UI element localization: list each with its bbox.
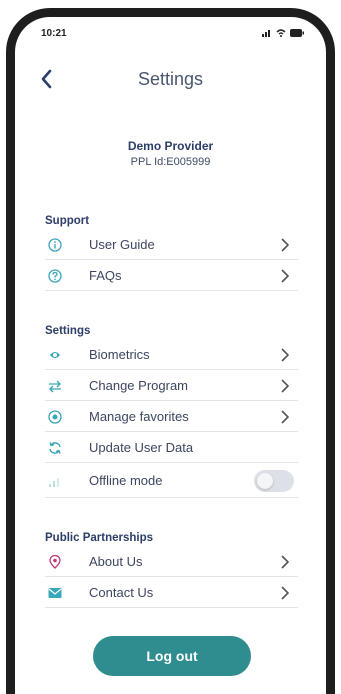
status-icons xyxy=(262,29,304,37)
swap-arrows-icon xyxy=(47,378,63,394)
phone-frame: 10:21 Settings Demo Provider PPL Id:E005… xyxy=(6,8,335,694)
menu-item-label: About Us xyxy=(89,554,143,569)
menu-item-contact-us[interactable]: Contact Us xyxy=(45,578,298,608)
chevron-right-icon xyxy=(281,554,290,569)
signal-icon xyxy=(47,473,63,489)
menu-item-faqs[interactable]: FAQs xyxy=(45,261,298,291)
chevron-right-icon xyxy=(281,237,290,252)
question-icon xyxy=(47,268,63,284)
menu-item-label: FAQs xyxy=(89,268,122,283)
menu-item-label: Manage favorites xyxy=(89,409,189,424)
logout-button[interactable]: Log out xyxy=(93,636,251,676)
menu-item-label: Change Program xyxy=(89,378,188,393)
battery-icon xyxy=(290,29,304,37)
provider-id: PPL Id:E005999 xyxy=(130,156,211,168)
menu-item-label: Biometrics xyxy=(89,347,150,362)
menu-item-offline-mode: Offline mode xyxy=(45,464,298,498)
chevron-right-icon xyxy=(281,268,290,283)
location-pin-icon xyxy=(47,554,63,570)
info-icon xyxy=(47,237,63,253)
chevron-right-icon xyxy=(281,409,290,424)
provider-name: Demo Provider xyxy=(127,139,214,153)
target-icon xyxy=(47,409,63,425)
cellular-icon xyxy=(262,30,270,37)
offline-mode-toggle[interactable] xyxy=(254,469,294,492)
menu-item-label: User Guide xyxy=(89,237,155,252)
toggle-knob xyxy=(257,472,273,489)
mail-icon xyxy=(47,585,63,601)
fingerprint-icon xyxy=(47,347,63,363)
header: Settings xyxy=(15,63,326,99)
menu-item-change-program[interactable]: Change Program xyxy=(45,371,298,401)
provider-info: Demo Provider PPL Id:E005999 xyxy=(15,139,326,168)
chevron-right-icon xyxy=(281,585,290,600)
wifi-icon xyxy=(276,29,286,37)
status-bar: 10:21 xyxy=(41,25,304,41)
menu-item-label: Update User Data xyxy=(89,440,194,455)
section-title-partnerships: Public Partnerships xyxy=(45,532,154,544)
menu-item-label: Offline mode xyxy=(89,473,163,488)
refresh-icon xyxy=(47,440,63,456)
menu-item-about-us[interactable]: About Us xyxy=(45,547,298,577)
menu-item-biometrics[interactable]: Biometrics xyxy=(45,340,298,370)
menu-item-user-guide[interactable]: User Guide xyxy=(45,230,298,260)
section-title-settings: Settings xyxy=(45,325,91,337)
chevron-right-icon xyxy=(281,378,290,393)
menu-item-label: Contact Us xyxy=(89,585,154,600)
page-title: Settings xyxy=(137,69,204,89)
menu-item-update-user-data[interactable]: Update User Data xyxy=(45,433,298,463)
menu-item-manage-favorites[interactable]: Manage favorites xyxy=(45,402,298,432)
section-title-support: Support xyxy=(45,215,90,227)
status-time: 10:21 xyxy=(41,27,67,39)
chevron-right-icon xyxy=(281,347,290,362)
